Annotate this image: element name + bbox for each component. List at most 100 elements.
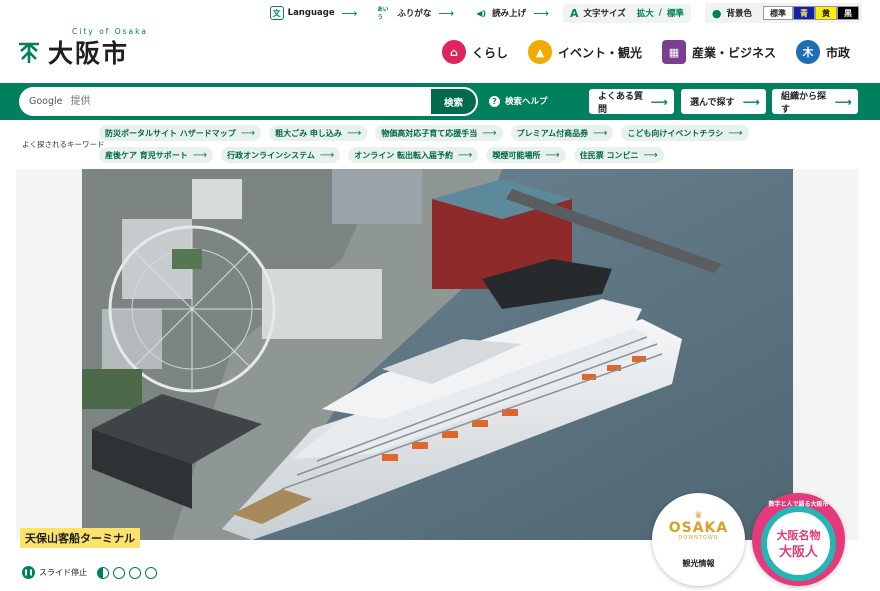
search-help-link[interactable]: ? 検索ヘルプ <box>489 95 548 107</box>
language-label: Language <box>287 8 335 18</box>
gnav-business[interactable]: ▦ 産業・ビジネス <box>661 40 776 64</box>
arrow-right-icon: ⟶ <box>545 149 560 161</box>
tourism-label: 観光情報 <box>682 559 715 568</box>
arrow-right-icon: ⟶ <box>341 6 358 20</box>
read-aloud-label: 読み上げ <box>492 9 527 19</box>
keyword-tag[interactable]: オンライン 転出転入届予約 ⟶ <box>348 147 479 163</box>
gnav-kurashi[interactable]: ⌂ くらし <box>441 40 508 64</box>
bg-standard-button[interactable]: 標準 <box>763 6 793 20</box>
keyword-tag[interactable]: プレミアム付商品券 ⟶ <box>510 125 614 141</box>
meibutsu-line2: 大阪人 <box>778 545 818 560</box>
arrow-right-icon: ⟶ <box>346 127 362 139</box>
hero-photo <box>82 169 793 540</box>
arrow-right-icon: ⟶ <box>533 6 549 20</box>
slide-controls: ❚❚ スライド停止 <box>22 566 157 579</box>
org-search-button[interactable]: 組織から探す ⟶ <box>772 89 858 115</box>
osaka-downtown-logo: ♛ OSAKA DOWNTOWN <box>652 511 745 541</box>
search-box: Google 検索 <box>19 87 478 116</box>
font-standard-button[interactable]: 標準 <box>667 7 684 19</box>
keyword-text: 住民票 コンビニ <box>579 150 639 160</box>
logo-name: 大阪市 <box>48 39 130 68</box>
bg-black-button[interactable]: 黒 <box>837 6 859 20</box>
choose-search-label: 選んで探す <box>690 98 735 108</box>
slide-dot[interactable] <box>145 566 157 579</box>
keywords-label: よく探されるキーワード <box>22 140 105 149</box>
arrow-right-icon: ⟶ <box>319 149 335 161</box>
question-icon: ? <box>489 95 500 107</box>
keyword-text: 産後ケア 育児サポート <box>105 150 188 160</box>
search-button[interactable]: 検索 <box>431 89 476 114</box>
arrow-right-icon: ⟶ <box>438 6 455 20</box>
pause-icon[interactable]: ❚❚ <box>22 566 35 579</box>
logo-text: City of Osaka 大阪市 <box>48 27 146 70</box>
keyword-tag[interactable]: 行政オンラインシステム ⟶ <box>221 147 341 163</box>
language-link[interactable]: 文 Language ⟶ <box>269 6 358 20</box>
font-enlarge-button[interactable]: 拡大 <box>637 7 654 19</box>
keyword-tag[interactable]: 物価高対応子育て応援手当 ⟶ <box>375 125 503 141</box>
gnav-label: イベント・観光 <box>557 45 642 60</box>
slide-dot[interactable] <box>113 566 125 579</box>
meibutsu-top-text: 数字と人で語る大阪市 <box>768 501 829 508</box>
utility-bar: 文 Language ⟶ あいう ふりがな ⟶ ◀) 読み上げ ⟶ A 文字サイ… <box>0 0 880 26</box>
global-nav: ⌂ くらし ▲ イベント・観光 ▦ 産業・ビジネス 木 市政 <box>441 40 850 64</box>
font-size-control: A 文字サイズ 拡大 / 標準 <box>562 3 691 23</box>
font-size-icon: A <box>569 6 579 20</box>
arrow-right-icon: ⟶ <box>728 127 743 139</box>
gnav-shisei[interactable]: 木 市政 <box>795 40 850 64</box>
slide-dot[interactable] <box>97 566 109 579</box>
event-icon: ▲ <box>527 40 552 64</box>
slide-dot[interactable] <box>129 566 141 579</box>
building-icon: ▦ <box>661 40 686 64</box>
arrow-right-icon: ⟶ <box>458 149 473 161</box>
keyword-tag[interactable]: 喫煙可能場所 ⟶ <box>486 147 566 163</box>
furigana-link[interactable]: あいう ふりがな ⟶ <box>377 6 455 22</box>
search-input[interactable] <box>62 89 431 114</box>
keyword-tag[interactable]: 産後ケア 育児サポート ⟶ <box>99 147 214 163</box>
choose-search-button[interactable]: 選んで探す ⟶ <box>681 89 766 114</box>
arrow-right-icon: ⟶ <box>643 149 658 161</box>
speaker-icon: ◀) <box>476 8 487 18</box>
keyword-tag[interactable]: こども向けイベントチラシ ⟶ <box>621 125 749 141</box>
font-size-divider: / <box>658 8 662 18</box>
keyword-tag[interactable]: 住民票 コンビニ ⟶ <box>573 147 664 163</box>
gnav-event[interactable]: ▲ イベント・観光 <box>527 40 642 64</box>
osaka-meibutsu-banner[interactable]: 数字と人で語る大阪市 大阪名物 大阪人 <box>752 493 845 586</box>
arrow-right-icon: ⟶ <box>742 94 760 109</box>
osaka-logo-text: OSAKA <box>668 520 729 536</box>
keyword-tag[interactable]: 防災ポータルサイト ハザードマップ ⟶ <box>99 125 262 141</box>
keyword-text: 行政オンラインシステム <box>227 150 315 160</box>
search-bar: Google 検索 ? 検索ヘルプ よくある質問 ⟶ 選んで探す ⟶ 組織から探… <box>0 83 880 120</box>
keyword-text: 物価高対応子育て応援手当 <box>381 128 478 138</box>
furigana-icon: あいう <box>377 7 389 21</box>
gnav-label: 産業・ビジネス <box>691 45 776 60</box>
faq-button[interactable]: よくある質問 ⟶ <box>589 89 674 115</box>
keyword-text: 防災ポータルサイト ハザードマップ <box>105 128 236 138</box>
keyword-text: こども向けイベントチラシ <box>627 128 724 138</box>
tourism-banner[interactable]: ♛ OSAKA DOWNTOWN 観光情報 <box>652 493 745 586</box>
city-emblem-icon: 木 <box>795 40 820 64</box>
search-help-label: 検索ヘルプ <box>505 97 548 107</box>
bg-yellow-button[interactable]: 黄 <box>815 6 837 20</box>
arrow-right-icon: ⟶ <box>240 127 256 139</box>
faq-label: よくある質問 <box>598 91 644 115</box>
slide-caption: 天保山客船ターミナル <box>20 528 140 548</box>
keyword-tag[interactable]: 粗大ごみ 申し込み ⟶ <box>269 125 368 141</box>
arrow-right-icon: ⟶ <box>482 127 497 139</box>
arrow-right-icon: ⟶ <box>834 94 852 109</box>
translate-icon: 文 <box>269 6 284 20</box>
house-icon: ⌂ <box>441 40 466 64</box>
site-logo[interactable]: City of Osaka 大阪市 <box>16 27 146 70</box>
keyword-text: プレミアム付商品券 <box>516 128 589 138</box>
site-header: City of Osaka 大阪市 ⌂ くらし ▲ イベント・観光 ▦ 産業・ビ… <box>0 27 880 82</box>
bg-blue-button[interactable]: 青 <box>793 6 815 20</box>
palette-icon: ● <box>711 6 722 20</box>
read-aloud-link[interactable]: ◀) 読み上げ ⟶ <box>474 6 549 20</box>
google-brand: Google <box>29 96 63 107</box>
hero-slideshow <box>16 169 859 540</box>
slide-stop-label[interactable]: スライド停止 <box>39 567 87 578</box>
arrow-right-icon: ⟶ <box>593 127 608 139</box>
font-size-label: 文字サイズ <box>583 9 626 19</box>
logo-city-en: City of Osaka <box>72 27 148 36</box>
osaka-logo-sub: DOWNTOWN <box>678 535 719 541</box>
gnav-label: くらし <box>471 45 508 60</box>
